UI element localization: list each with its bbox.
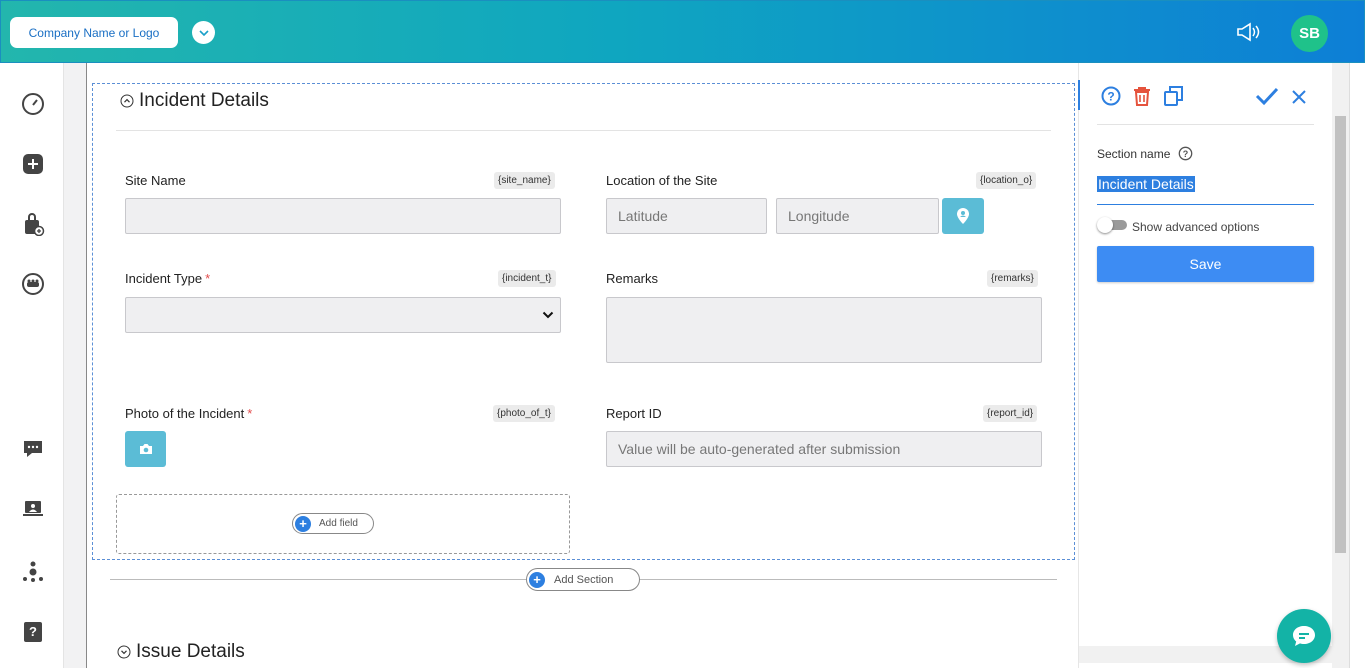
left-sidebar: ? bbox=[0, 63, 64, 668]
advanced-options-toggle[interactable] bbox=[1097, 217, 1129, 233]
help-circle-icon[interactable]: ? bbox=[1178, 146, 1193, 161]
chevron-down-icon[interactable] bbox=[192, 21, 215, 44]
section-name-label-text: Section name bbox=[1097, 146, 1171, 161]
camera-icon bbox=[139, 444, 152, 454]
close-icon[interactable] bbox=[1291, 89, 1307, 110]
add-square-icon[interactable] bbox=[21, 152, 45, 176]
section-name-input[interactable]: Incident Details bbox=[1097, 176, 1314, 205]
photo-label-text: Photo of the Incident bbox=[125, 406, 245, 421]
report-id-input: Value will be auto-generated after submi… bbox=[606, 431, 1042, 467]
svg-text:?: ? bbox=[1107, 90, 1114, 104]
svg-text:?: ? bbox=[1183, 149, 1189, 159]
toggle-knob bbox=[1097, 217, 1113, 233]
help-circle-icon[interactable]: ? bbox=[1101, 86, 1121, 111]
chevron-down-circle-icon[interactable] bbox=[117, 645, 131, 659]
required-mark: * bbox=[205, 271, 211, 286]
org-tree-icon[interactable] bbox=[21, 559, 45, 583]
incident-type-tag: {incident_t} bbox=[498, 270, 556, 287]
divider bbox=[1097, 124, 1314, 125]
bag-add-icon[interactable] bbox=[21, 212, 45, 237]
check-icon[interactable] bbox=[1255, 86, 1279, 111]
section-name-value: Incident Details bbox=[1097, 176, 1195, 192]
chevron-up-circle-icon[interactable] bbox=[120, 94, 134, 108]
section-title-text: Incident Details bbox=[139, 90, 269, 111]
section-title[interactable]: Incident Details bbox=[120, 90, 269, 112]
add-section-button[interactable]: + Add Section bbox=[526, 568, 640, 591]
scrollbar-thumb[interactable] bbox=[1335, 116, 1346, 553]
chat-support-button[interactable] bbox=[1277, 609, 1331, 663]
save-button[interactable]: Save bbox=[1097, 246, 1314, 282]
location-label: Location of the Site bbox=[606, 173, 718, 188]
remarks-label: Remarks bbox=[606, 271, 659, 286]
remarks-textarea[interactable] bbox=[606, 297, 1042, 363]
copy-icon[interactable] bbox=[1163, 85, 1185, 112]
required-mark: * bbox=[247, 406, 253, 421]
svg-text:?: ? bbox=[29, 624, 37, 639]
top-bar: Company Name or Logo SB bbox=[0, 0, 1365, 63]
section-name-label: Section name ? bbox=[1097, 146, 1193, 161]
plus-icon: + bbox=[295, 515, 311, 532]
chevron-down-icon bbox=[542, 311, 554, 319]
location-tag: {location_o} bbox=[976, 172, 1037, 189]
help-book-icon[interactable]: ? bbox=[21, 620, 45, 644]
photo-tag: {photo_of_t} bbox=[493, 405, 555, 422]
divider bbox=[116, 130, 1051, 131]
photo-label: Photo of the Incident * bbox=[125, 406, 252, 421]
camera-button[interactable] bbox=[125, 431, 166, 467]
chat-bubble-icon bbox=[1293, 626, 1315, 646]
map-pin-icon bbox=[957, 208, 969, 224]
company-logo-button[interactable]: Company Name or Logo bbox=[10, 17, 178, 48]
site-name-input[interactable] bbox=[125, 198, 561, 234]
add-field-label: Add field bbox=[319, 518, 358, 529]
site-name-tag: {site_name} bbox=[494, 172, 555, 189]
site-name-label: Site Name bbox=[125, 173, 186, 188]
users-circle-icon[interactable] bbox=[21, 272, 45, 296]
panel-indicator bbox=[1078, 80, 1080, 110]
advanced-options-label: Show advanced options bbox=[1132, 220, 1260, 234]
incident-type-label-text: Incident Type bbox=[125, 271, 203, 286]
laptop-user-icon[interactable] bbox=[21, 497, 45, 521]
report-id-label: Report ID bbox=[606, 406, 662, 421]
incident-type-select[interactable] bbox=[125, 297, 561, 333]
next-section-title-text: Issue Details bbox=[136, 641, 245, 662]
report-id-tag: {report_id} bbox=[983, 405, 1038, 422]
map-pin-button[interactable] bbox=[942, 198, 984, 234]
add-field-button[interactable]: + Add field bbox=[292, 513, 374, 534]
megaphone-icon[interactable] bbox=[1235, 21, 1261, 43]
user-avatar[interactable]: SB bbox=[1291, 15, 1328, 52]
add-section-label: Add Section bbox=[554, 573, 614, 586]
window-edge bbox=[1349, 63, 1365, 668]
longitude-input[interactable]: Longitude bbox=[776, 198, 939, 234]
vertical-scrollbar[interactable] bbox=[1332, 63, 1349, 668]
chat-icon[interactable] bbox=[21, 437, 45, 461]
dashboard-gauge-icon[interactable] bbox=[21, 92, 45, 116]
plus-icon: + bbox=[529, 571, 545, 588]
trash-icon[interactable] bbox=[1131, 85, 1153, 112]
latitude-input[interactable]: Latitude bbox=[606, 198, 767, 234]
remarks-tag: {remarks} bbox=[987, 270, 1038, 287]
incident-type-label: Incident Type * bbox=[125, 271, 210, 286]
section-issue-details-title[interactable]: Issue Details bbox=[117, 641, 245, 663]
